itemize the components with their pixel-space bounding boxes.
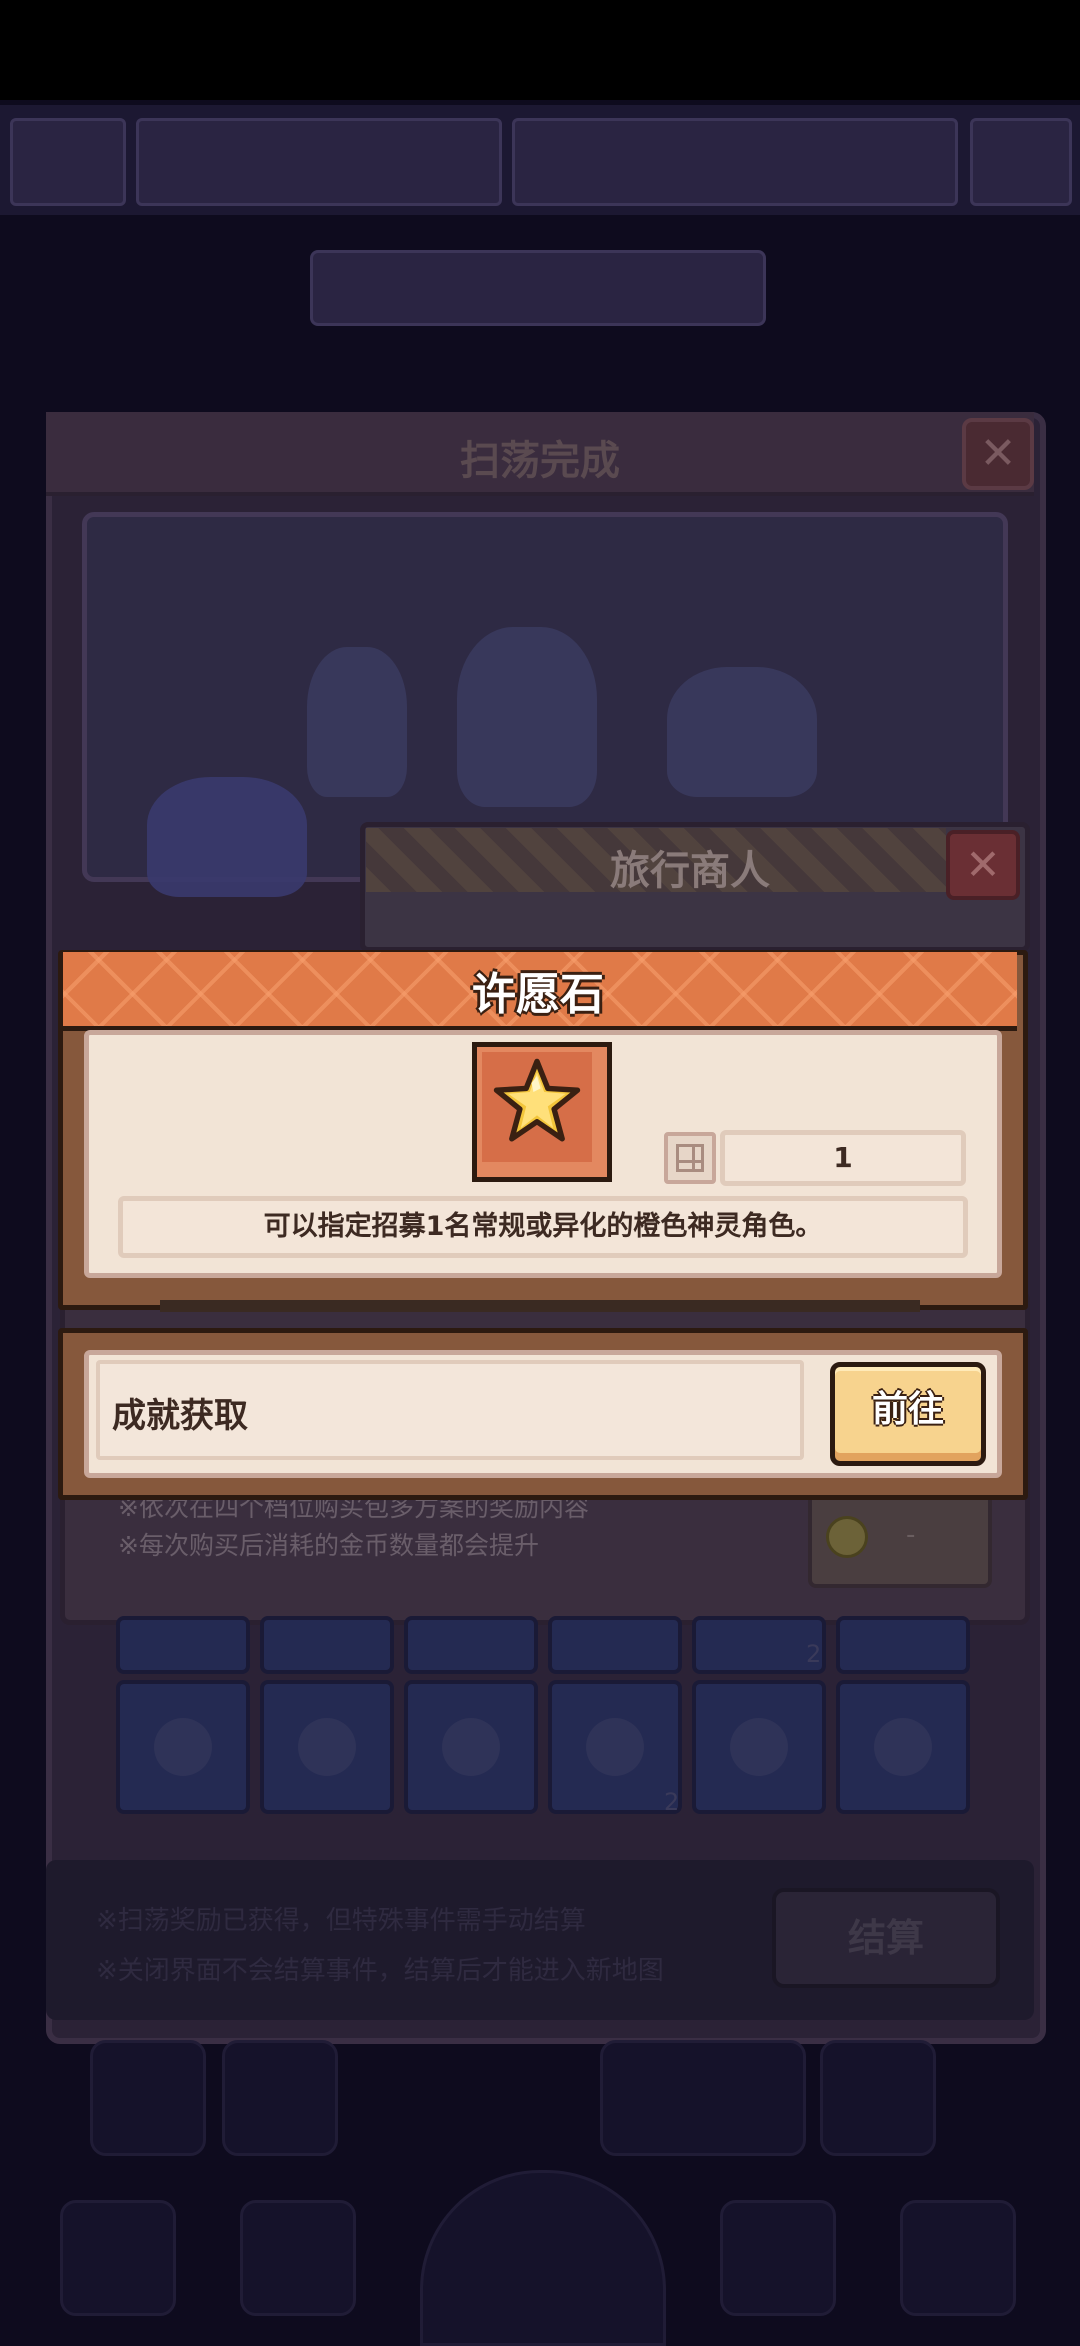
grid-cell[interactable] [548,1680,682,1814]
nav-icon[interactable] [240,2200,356,2316]
character-sprite [307,647,407,797]
item-description: 可以指定招募1名常规或异化的橙色神灵角色。 [118,1196,968,1258]
grid-cell[interactable] [116,1680,250,1814]
coin-icon [826,1516,868,1558]
grid-badge: 2 [664,1788,680,1816]
sweep-note: ※关闭界面不会结算事件，结算后才能进入新地图 [96,1956,664,1986]
grid-cell[interactable] [116,1616,250,1674]
grid-cell[interactable] [692,1680,826,1814]
settle-button[interactable]: 结算 [772,1888,1000,1988]
grid-badge: 2 [806,1640,822,1668]
helmet-icon [154,1718,212,1776]
menu-icon[interactable] [820,2040,936,2156]
quantity-icon [664,1132,716,1184]
source-label: 成就获取 [112,1396,248,1436]
sweep-note: ※扫荡奖励已获得，但特殊事件需手动结算 [96,1906,586,1936]
grid-cell[interactable] [404,1680,538,1814]
sweep-result-title: 扫荡完成 [460,438,620,484]
merchant-character [147,777,307,897]
character-sprite [667,667,817,797]
character-sprite [457,627,597,807]
grid-cell[interactable] [404,1616,538,1674]
nav-icon[interactable] [900,2200,1016,2316]
menu-icon[interactable] [600,2040,806,2156]
popup-divider [160,1300,920,1312]
currency-panel [512,118,958,206]
menu-icon[interactable] [90,2040,206,2156]
merchant-close-icon[interactable]: ✕ [946,830,1020,900]
coin-price: - [906,1520,916,1550]
grid-cell[interactable] [260,1616,394,1674]
settings-icon[interactable] [970,118,1072,206]
go-button[interactable]: 前往 [830,1362,986,1466]
gear-icon [874,1718,932,1776]
nav-icon[interactable] [60,2200,176,2316]
merchant-note: ※每次购买后消耗的金币数量都会提升 [118,1531,539,1560]
potion-icon [730,1718,788,1776]
item-quantity: 1 [720,1130,966,1186]
resource-panel [136,118,502,206]
grid-cell[interactable] [836,1616,970,1674]
armor-icon [298,1718,356,1776]
orb-icon [586,1718,644,1776]
grid-cell[interactable] [548,1616,682,1674]
item-name: 许愿石 [472,969,604,1020]
battle-nav-icon[interactable] [420,2170,666,2346]
grid-cell[interactable] [260,1680,394,1814]
merchant-title: 旅行商人 [610,848,770,894]
status-bar [0,0,1080,100]
nav-icon[interactable] [720,2200,836,2316]
ring-icon [442,1718,500,1776]
grid-cell[interactable] [836,1680,970,1814]
stage-banner [310,250,766,326]
sweep-close-icon[interactable]: ✕ [962,418,1034,490]
star-icon [493,1058,581,1142]
player-avatar[interactable] [10,118,126,206]
menu-icon[interactable] [222,2040,338,2156]
